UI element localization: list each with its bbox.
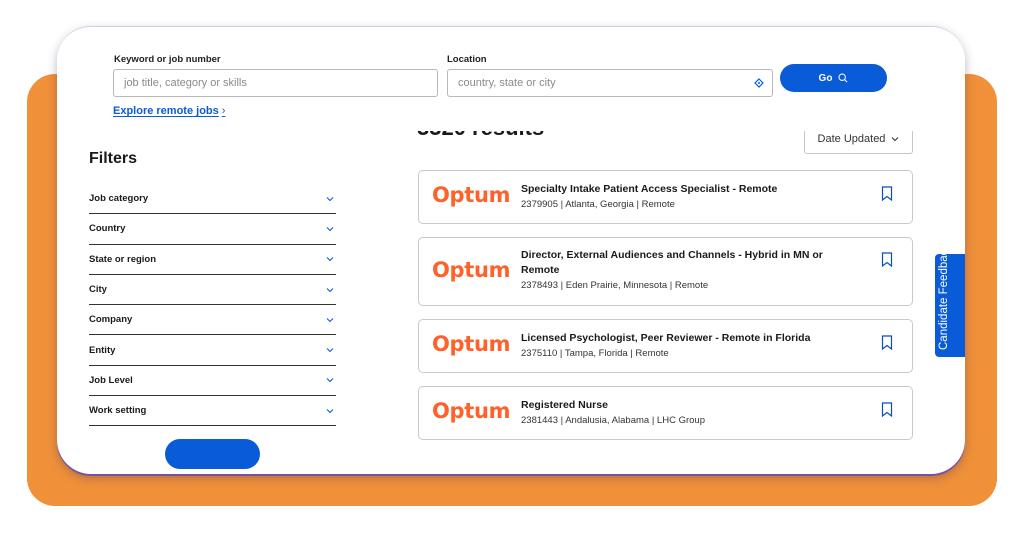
explore-remote-jobs-link[interactable]: Explore remote jobs › (113, 105, 225, 117)
job-card[interactable]: Optum Registered Nurse 2381443 | Andalusia… (418, 386, 913, 440)
go-button[interactable]: Go (780, 64, 887, 92)
filter-item[interactable]: City (89, 275, 336, 306)
filter-item-label: Job Level (89, 374, 133, 386)
chevron-down-icon (326, 378, 334, 383)
filter-item-label: Job category (89, 193, 149, 205)
keyword-label: Keyword or job number (114, 54, 221, 65)
filter-item[interactable]: Job Level (89, 366, 336, 397)
job-meta: 2375110 | Tampa, Florida | Remote (521, 348, 669, 359)
company-logo: Optum (432, 183, 511, 207)
page-card: Keyword or job number job title, categor… (57, 26, 965, 474)
filter-item-label: City (89, 284, 107, 296)
chevron-down-icon (326, 287, 334, 292)
filters-title: Filters (89, 150, 138, 167)
chevron-down-icon (326, 257, 334, 262)
company-logo: Optum (432, 258, 511, 282)
job-meta: 2381443 | Andalusia, Alabama | LHC Group (521, 415, 705, 426)
company-logo: Optum (432, 399, 511, 423)
filter-item[interactable]: Entity (89, 335, 336, 366)
location-label: Location (447, 54, 487, 65)
job-title-link[interactable]: Registered Nurse (521, 398, 841, 413)
job-meta: 2379905 | Atlanta, Georgia | Remote (521, 199, 675, 210)
location-placeholder: country, state or city (458, 77, 556, 89)
job-card[interactable]: Optum Specialty Intake Patient Access Spe… (418, 170, 913, 224)
bookmark-icon[interactable] (881, 402, 893, 417)
filter-item[interactable]: State or region (89, 245, 336, 275)
chevron-down-icon (326, 196, 334, 201)
go-button-label: Go (818, 72, 833, 84)
job-meta: 2378493 | Eden Prairie, Minnesota | Remo… (521, 280, 709, 291)
candidate-feedback-label: Candidate Feedback (938, 254, 950, 350)
location-pin-icon[interactable] (754, 78, 764, 88)
company-logo: Optum (432, 332, 511, 356)
chevron-right-icon: › (221, 105, 226, 117)
sort-select-label: Date Updated (817, 132, 886, 145)
filter-item-label: Entity (89, 344, 116, 356)
search-bar: Keyword or job number job title, categor… (57, 27, 965, 131)
filter-item-label: State or region (89, 253, 157, 265)
chevron-down-icon (892, 136, 899, 141)
job-title-link[interactable]: Specialty Intake Patient Access Speciali… (521, 182, 841, 197)
filter-list: Job category Country State or region City Co… (89, 184, 336, 427)
chevron-down-icon (326, 227, 334, 232)
keyword-input[interactable]: job title, category or skills (113, 69, 438, 97)
bookmark-icon[interactable] (881, 335, 893, 350)
job-card[interactable]: Optum Licensed Psychologist, Peer Reviewe… (418, 319, 913, 373)
filter-item[interactable]: Company (89, 305, 336, 336)
keyword-placeholder: job title, category or skills (124, 77, 247, 89)
chevron-down-icon (326, 317, 334, 323)
filter-item-label: Company (89, 314, 133, 326)
filter-item-label: Work setting (89, 405, 147, 417)
chevron-down-icon (326, 348, 334, 353)
explore-remote-jobs-label: Explore remote jobs (113, 105, 219, 117)
search-icon (838, 73, 848, 83)
candidate-feedback-tab[interactable]: Candidate Feedback (935, 254, 965, 357)
bookmark-icon[interactable] (881, 252, 893, 267)
chevron-down-icon (326, 408, 334, 413)
filter-item-label: Country (89, 223, 126, 235)
job-title-link[interactable]: Director, External Audiences and Channel… (521, 248, 841, 278)
filter-item[interactable]: Country (89, 214, 336, 245)
job-title-link[interactable]: Licensed Psychologist, Peer Reviewer - R… (521, 331, 841, 346)
filter-item[interactable]: Work setting (89, 396, 336, 427)
bookmark-icon[interactable] (881, 186, 893, 201)
location-input[interactable]: country, state or city (447, 69, 773, 97)
filter-item[interactable]: Job category (89, 184, 336, 215)
apply-filters-button[interactable] (165, 439, 260, 469)
job-card[interactable]: Optum Director, External Audiences and Ch… (418, 237, 913, 306)
